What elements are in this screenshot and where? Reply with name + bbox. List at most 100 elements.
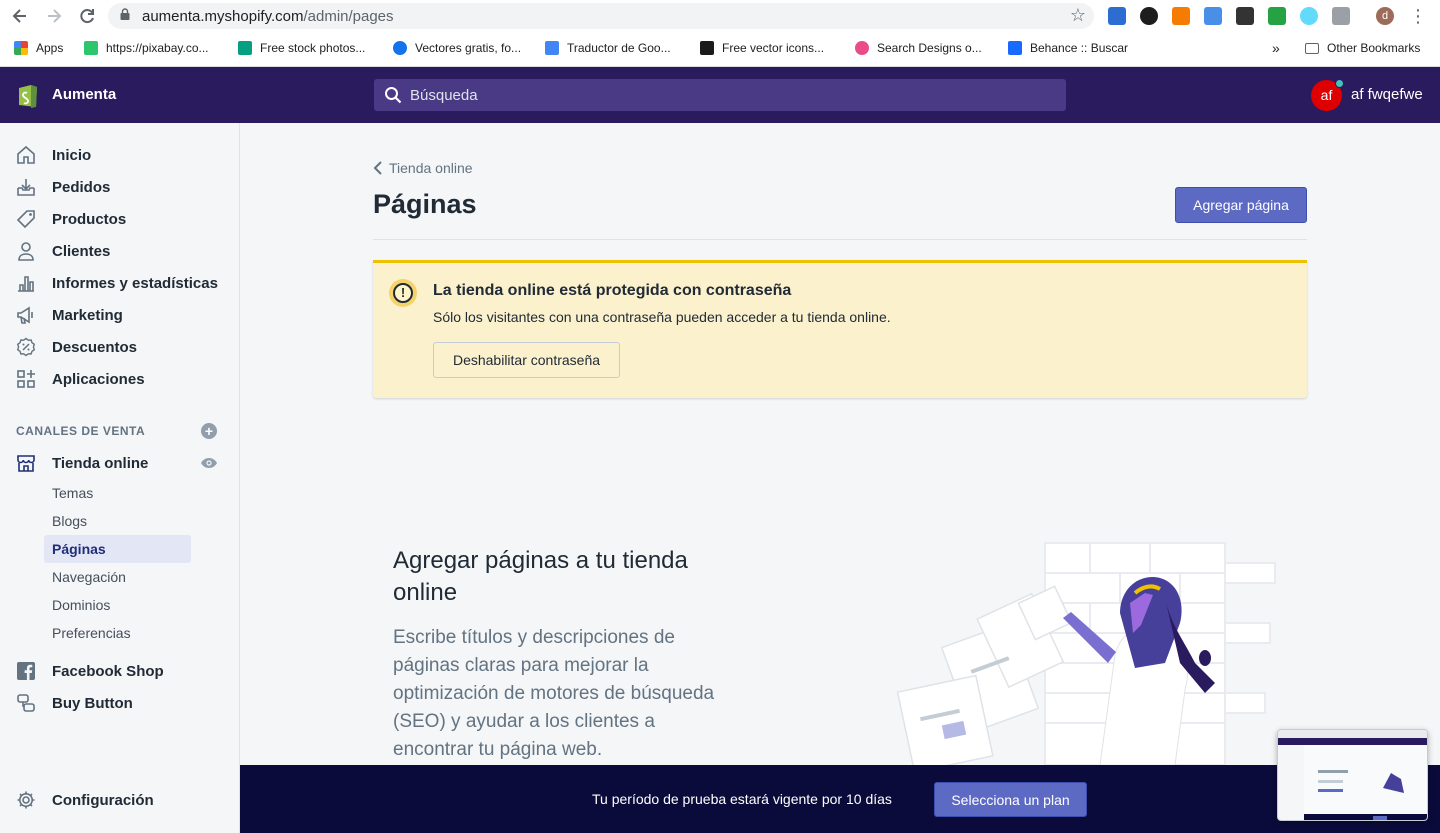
notification-dot bbox=[1335, 79, 1344, 88]
sidebar-item-productos[interactable]: Productos bbox=[0, 203, 239, 235]
trial-banner: Tu período de prueba estará vigente por … bbox=[240, 765, 1440, 833]
sidebar-subitem-preferencias[interactable]: Preferencias bbox=[52, 625, 131, 645]
password-warning-banner: ! La tienda online está protegida con co… bbox=[373, 260, 1307, 398]
browser-nav-row: aumenta.myshopify.com/admin/pages ☆ d ⋮ bbox=[0, 0, 1440, 32]
bookmarks-bar: Apps https://pixabay.co... Free stock ph… bbox=[0, 34, 1440, 62]
facebook-icon bbox=[17, 662, 35, 680]
sidebar-item-tienda-online[interactable]: Tienda online bbox=[0, 447, 239, 479]
bookmark-freepik[interactable]: Vectores gratis, fo... bbox=[393, 39, 521, 57]
add-page-button[interactable]: Agregar página bbox=[1175, 187, 1307, 223]
home-icon bbox=[17, 145, 35, 164]
dribbble-icon bbox=[855, 41, 869, 55]
sidebar-item-aplicaciones[interactable]: Aplicaciones bbox=[0, 363, 239, 395]
sidebar-item-facebook-shop[interactable]: Facebook Shop bbox=[0, 655, 239, 687]
reload-icon[interactable] bbox=[77, 6, 97, 26]
folder-icon bbox=[1305, 42, 1319, 54]
extension-icon[interactable] bbox=[1204, 7, 1222, 25]
more-bookmarks-chevron-icon[interactable]: » bbox=[1272, 39, 1280, 57]
shopify-bag-icon[interactable] bbox=[16, 81, 40, 109]
pixabay-icon bbox=[84, 41, 98, 55]
apps-grid-icon bbox=[14, 41, 28, 55]
apps-icon bbox=[17, 370, 35, 388]
sidebar-item-informes[interactable]: Informes y estadísticas bbox=[0, 267, 239, 299]
header-divider bbox=[373, 239, 1307, 240]
megaphone-icon bbox=[17, 306, 33, 324]
orders-icon bbox=[17, 179, 35, 196]
bookmark-pexels[interactable]: Free stock photos... bbox=[238, 39, 365, 57]
sidebar-item-clientes[interactable]: Clientes bbox=[0, 235, 239, 267]
thumbnail-preview-image bbox=[1278, 730, 1427, 820]
url-path: /admin/pages bbox=[303, 8, 394, 25]
extension-icon[interactable] bbox=[1300, 7, 1318, 25]
bookmark-dribbble[interactable]: Search Designs o... bbox=[855, 39, 982, 57]
search-input[interactable] bbox=[410, 79, 1050, 111]
person-icon bbox=[18, 242, 34, 261]
extension-icon[interactable] bbox=[1140, 7, 1158, 25]
url-text: aumenta.myshopify.com/admin/pages bbox=[142, 8, 394, 25]
search-icon bbox=[385, 87, 402, 104]
extension-icon[interactable] bbox=[1172, 7, 1190, 25]
empty-state-text: Escribe títulos y descripciones de págin… bbox=[393, 627, 715, 760]
bookmark-translate[interactable]: Traductor de Goo... bbox=[545, 39, 671, 57]
user-initials: af bbox=[1320, 87, 1333, 103]
address-bar[interactable]: aumenta.myshopify.com/admin/pages ☆ bbox=[108, 3, 1094, 29]
sidebar-subitem-blogs[interactable]: Blogs bbox=[52, 513, 87, 533]
user-name[interactable]: af fwqefwe bbox=[1351, 86, 1423, 103]
bookmark-pixabay[interactable]: https://pixabay.co... bbox=[84, 39, 209, 57]
bookmark-behance[interactable]: Behance :: Buscar bbox=[1008, 39, 1128, 57]
store-name[interactable]: Aumenta bbox=[52, 86, 116, 103]
search-box[interactable] bbox=[374, 79, 1066, 111]
disable-password-button[interactable]: Deshabilitar contraseña bbox=[433, 342, 620, 378]
sidebar-item-marketing[interactable]: Marketing bbox=[0, 299, 239, 331]
breadcrumb-back-link[interactable]: Tienda online bbox=[373, 160, 473, 176]
sales-channels-title: CANALES DE VENTA bbox=[16, 424, 146, 438]
extension-icon[interactable] bbox=[1108, 7, 1126, 25]
chevron-left-icon bbox=[373, 161, 382, 175]
sidebar-item-descuentos[interactable]: Descuentos bbox=[0, 331, 239, 363]
flaticon-icon bbox=[700, 41, 714, 55]
sidebar-item-buy-button[interactable]: Buy Button bbox=[0, 687, 239, 719]
bookmark-apps[interactable]: Apps bbox=[14, 39, 63, 57]
sidebar-item-pedidos[interactable]: Pedidos bbox=[0, 171, 239, 203]
browser-menu-icon[interactable]: ⋮ bbox=[1408, 6, 1428, 26]
empty-state-illustration bbox=[896, 542, 1276, 765]
tag-icon bbox=[16, 210, 35, 229]
extension-icon[interactable] bbox=[1268, 7, 1286, 25]
url-host: aumenta.myshopify.com bbox=[142, 8, 304, 25]
translate-icon bbox=[545, 41, 559, 55]
forward-arrow-icon[interactable] bbox=[44, 6, 64, 26]
extension-icon[interactable] bbox=[1236, 7, 1254, 25]
add-channel-plus-icon[interactable]: + bbox=[201, 423, 217, 439]
screenshot-thumbnail[interactable] bbox=[1277, 729, 1428, 821]
buy-button-icon bbox=[17, 694, 35, 712]
sidebar-subitem-dominios[interactable]: Dominios bbox=[52, 597, 110, 617]
select-plan-button[interactable]: Selecciona un plan bbox=[934, 782, 1087, 817]
sidebar-nav: Inicio Pedidos Productos Clientes Inform… bbox=[0, 123, 240, 833]
back-arrow-icon[interactable] bbox=[10, 6, 30, 26]
chart-icon bbox=[18, 276, 34, 292]
admin-topbar: Aumenta af af fwqefwe bbox=[0, 67, 1440, 123]
page-title: Páginas bbox=[373, 189, 477, 219]
sidebar-item-configuracion[interactable]: Configuración bbox=[0, 784, 239, 816]
sidebar-subitem-paginas[interactable]: Páginas bbox=[52, 541, 106, 561]
pexels-icon bbox=[238, 41, 252, 55]
breadcrumb-label: Tienda online bbox=[389, 160, 473, 176]
banner-title: La tienda online está protegida con cont… bbox=[433, 282, 792, 299]
sidebar-subitem-temas[interactable]: Temas bbox=[52, 485, 93, 505]
extension-icon[interactable] bbox=[1332, 7, 1350, 25]
user-avatar[interactable]: af bbox=[1311, 79, 1344, 111]
sidebar-subitem-navegacion[interactable]: Navegación bbox=[52, 569, 126, 589]
other-bookmarks[interactable]: Other Bookmarks bbox=[1305, 39, 1420, 57]
discount-icon bbox=[16, 337, 36, 357]
bookmark-flaticon[interactable]: Free vector icons... bbox=[700, 39, 824, 57]
lock-icon bbox=[120, 8, 130, 20]
sidebar-item-inicio[interactable]: Inicio bbox=[0, 139, 239, 171]
bookmark-star-icon[interactable]: ☆ bbox=[1070, 5, 1086, 26]
browser-chrome: aumenta.myshopify.com/admin/pages ☆ d ⋮ … bbox=[0, 0, 1440, 67]
eye-icon[interactable] bbox=[200, 457, 218, 469]
freepik-icon bbox=[393, 41, 407, 55]
warning-icon: ! bbox=[389, 279, 417, 307]
trial-text: Tu período de prueba estará vigente por … bbox=[592, 791, 892, 807]
profile-avatar[interactable]: d bbox=[1376, 7, 1394, 25]
main-content: Tienda online Páginas Agregar página ! L… bbox=[240, 123, 1440, 765]
